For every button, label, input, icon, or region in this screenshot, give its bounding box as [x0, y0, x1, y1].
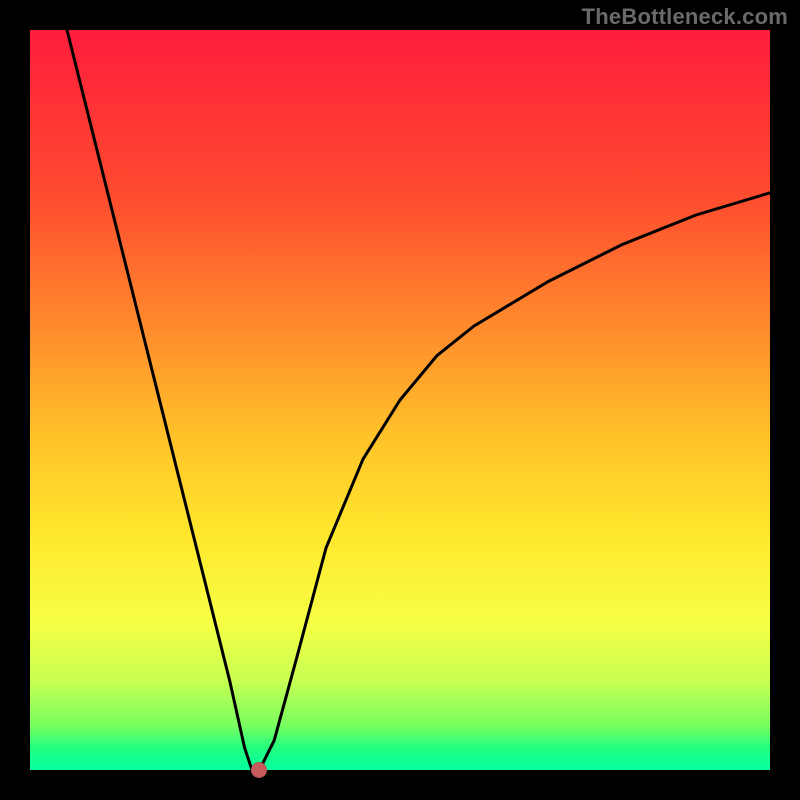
optimal-point-marker [251, 762, 267, 778]
chart-container: TheBottleneck.com [0, 0, 800, 800]
curve-layer [30, 30, 770, 770]
watermark: TheBottleneck.com [582, 4, 788, 30]
plot-area [30, 30, 770, 770]
bottleneck-curve [67, 30, 770, 770]
